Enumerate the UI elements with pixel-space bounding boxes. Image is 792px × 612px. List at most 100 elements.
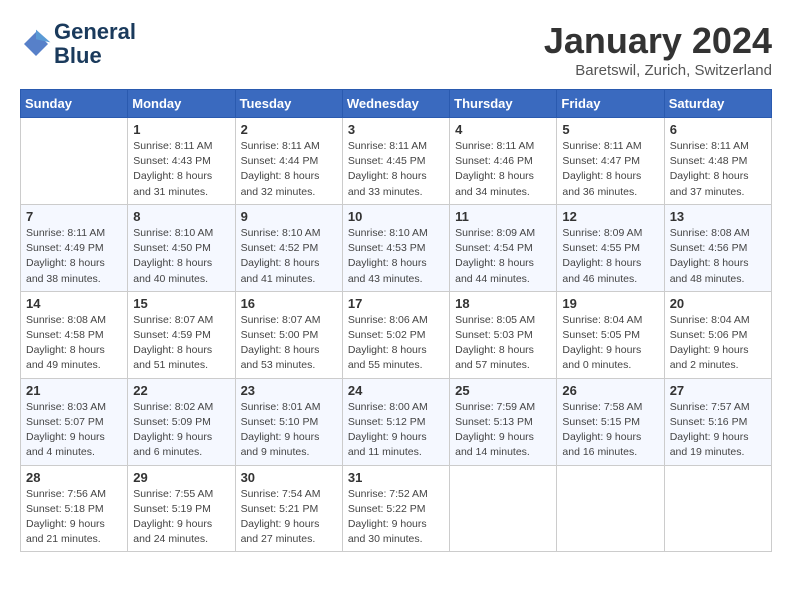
calendar-cell: 17 Sunrise: 8:06 AMSunset: 5:02 PMDayligh… [342, 291, 449, 378]
calendar-cell: 28 Sunrise: 7:56 AMSunset: 5:18 PMDayligh… [21, 465, 128, 552]
calendar-cell: 15Sunrise: 8:07 AMSunset: 4:59 PMDayligh… [128, 291, 235, 378]
calendar-cell: 27Sunrise: 7:57 AMSunset: 5:16 PMDayligh… [664, 378, 771, 465]
day-number: 21 [26, 383, 122, 398]
week-row-5: 28 Sunrise: 7:56 AMSunset: 5:18 PMDayligh… [21, 465, 772, 552]
day-number: 2 [241, 122, 337, 137]
day-info: Sunrise: 8:02 AMSunset: 5:09 PMDaylight:… [133, 400, 229, 461]
weekday-header-wednesday: Wednesday [342, 90, 449, 118]
calendar-cell: 8 Sunrise: 8:10 AMSunset: 4:50 PMDaylight… [128, 204, 235, 291]
day-number: 19 [562, 296, 658, 311]
month-title: January 2024 [544, 20, 772, 62]
day-info: Sunrise: 8:03 AMSunset: 5:07 PMDaylight:… [26, 400, 122, 461]
calendar-cell: 16 Sunrise: 8:07 AMSunset: 5:00 PMDayligh… [235, 291, 342, 378]
week-row-3: 14 Sunrise: 8:08 AMSunset: 4:58 PMDayligh… [21, 291, 772, 378]
day-number: 14 [26, 296, 122, 311]
calendar-cell: 1 Sunrise: 8:11 AMSunset: 4:43 PMDaylight… [128, 118, 235, 205]
day-number: 18 [455, 296, 551, 311]
day-number: 6 [670, 122, 766, 137]
day-info: Sunrise: 8:00 AMSunset: 5:12 PMDaylight:… [348, 400, 444, 461]
day-info: Sunrise: 8:10 AMSunset: 4:53 PMDaylight:… [348, 226, 444, 287]
calendar-cell: 12 Sunrise: 8:09 AMSunset: 4:55 PMDayligh… [557, 204, 664, 291]
day-info: Sunrise: 8:07 AMSunset: 5:00 PMDaylight:… [241, 313, 337, 374]
day-info: Sunrise: 8:10 AMSunset: 4:52 PMDaylight:… [241, 226, 337, 287]
calendar-cell: 24 Sunrise: 8:00 AMSunset: 5:12 PMDayligh… [342, 378, 449, 465]
calendar-cell [21, 118, 128, 205]
day-info: Sunrise: 8:06 AMSunset: 5:02 PMDaylight:… [348, 313, 444, 374]
day-info: Sunrise: 8:05 AMSunset: 5:03 PMDaylight:… [455, 313, 551, 374]
logo-icon [20, 28, 52, 60]
calendar-cell: 10 Sunrise: 8:10 AMSunset: 4:53 PMDayligh… [342, 204, 449, 291]
calendar-cell: 30 Sunrise: 7:54 AMSunset: 5:21 PMDayligh… [235, 465, 342, 552]
day-number: 17 [348, 296, 444, 311]
day-number: 8 [133, 209, 229, 224]
day-info: Sunrise: 8:04 AMSunset: 5:05 PMDaylight:… [562, 313, 658, 374]
day-number: 13 [670, 209, 766, 224]
calendar-cell: 25 Sunrise: 7:59 AMSunset: 5:13 PMDayligh… [450, 378, 557, 465]
day-info: Sunrise: 8:11 AMSunset: 4:45 PMDaylight:… [348, 139, 444, 200]
day-number: 4 [455, 122, 551, 137]
calendar-cell: 3Sunrise: 8:11 AMSunset: 4:45 PMDaylight… [342, 118, 449, 205]
day-info: Sunrise: 8:01 AMSunset: 5:10 PMDaylight:… [241, 400, 337, 461]
day-number: 24 [348, 383, 444, 398]
day-number: 9 [241, 209, 337, 224]
calendar-cell: 21 Sunrise: 8:03 AMSunset: 5:07 PMDayligh… [21, 378, 128, 465]
day-number: 16 [241, 296, 337, 311]
weekday-header-thursday: Thursday [450, 90, 557, 118]
logo-text: General Blue [54, 20, 136, 68]
week-row-1: 1 Sunrise: 8:11 AMSunset: 4:43 PMDaylight… [21, 118, 772, 205]
day-info: Sunrise: 8:11 AMSunset: 4:47 PMDaylight:… [562, 139, 658, 200]
day-info: Sunrise: 8:11 AMSunset: 4:43 PMDaylight:… [133, 139, 229, 200]
day-info: Sunrise: 7:59 AMSunset: 5:13 PMDaylight:… [455, 400, 551, 461]
day-number: 31 [348, 470, 444, 485]
day-number: 26 [562, 383, 658, 398]
calendar-cell: 9 Sunrise: 8:10 AMSunset: 4:52 PMDaylight… [235, 204, 342, 291]
day-number: 11 [455, 209, 551, 224]
day-number: 12 [562, 209, 658, 224]
day-number: 30 [241, 470, 337, 485]
logo: General Blue [20, 20, 136, 68]
day-number: 23 [241, 383, 337, 398]
day-info: Sunrise: 8:10 AMSunset: 4:50 PMDaylight:… [133, 226, 229, 287]
day-number: 28 [26, 470, 122, 485]
day-number: 10 [348, 209, 444, 224]
day-info: Sunrise: 8:11 AMSunset: 4:49 PMDaylight:… [26, 226, 122, 287]
calendar-cell [557, 465, 664, 552]
day-info: Sunrise: 8:09 AMSunset: 4:54 PMDaylight:… [455, 226, 551, 287]
day-info: Sunrise: 8:07 AMSunset: 4:59 PMDaylight:… [133, 313, 229, 374]
day-number: 22 [133, 383, 229, 398]
day-number: 5 [562, 122, 658, 137]
calendar-cell: 4 Sunrise: 8:11 AMSunset: 4:46 PMDaylight… [450, 118, 557, 205]
calendar-cell: 19 Sunrise: 8:04 AMSunset: 5:05 PMDayligh… [557, 291, 664, 378]
calendar-cell: 11 Sunrise: 8:09 AMSunset: 4:54 PMDayligh… [450, 204, 557, 291]
day-info: Sunrise: 8:11 AMSunset: 4:48 PMDaylight:… [670, 139, 766, 200]
calendar-cell: 14 Sunrise: 8:08 AMSunset: 4:58 PMDayligh… [21, 291, 128, 378]
page-header: General Blue January 2024 Baretswil, Zur… [20, 20, 772, 79]
calendar-cell: 20Sunrise: 8:04 AMSunset: 5:06 PMDayligh… [664, 291, 771, 378]
day-info: Sunrise: 8:04 AMSunset: 5:06 PMDaylight:… [670, 313, 766, 374]
day-number: 25 [455, 383, 551, 398]
day-number: 29 [133, 470, 229, 485]
location-text: Baretswil, Zurich, Switzerland [544, 62, 772, 79]
day-info: Sunrise: 8:08 AMSunset: 4:56 PMDaylight:… [670, 226, 766, 287]
week-row-2: 7 Sunrise: 8:11 AMSunset: 4:49 PMDaylight… [21, 204, 772, 291]
day-info: Sunrise: 7:56 AMSunset: 5:18 PMDaylight:… [26, 487, 122, 548]
calendar-cell: 31 Sunrise: 7:52 AMSunset: 5:22 PMDayligh… [342, 465, 449, 552]
day-info: Sunrise: 8:08 AMSunset: 4:58 PMDaylight:… [26, 313, 122, 374]
day-info: Sunrise: 7:52 AMSunset: 5:22 PMDaylight:… [348, 487, 444, 548]
day-info: Sunrise: 8:09 AMSunset: 4:55 PMDaylight:… [562, 226, 658, 287]
calendar-cell [664, 465, 771, 552]
day-info: Sunrise: 8:11 AMSunset: 4:44 PMDaylight:… [241, 139, 337, 200]
calendar-cell: 6 Sunrise: 8:11 AMSunset: 4:48 PMDaylight… [664, 118, 771, 205]
calendar-cell: 23 Sunrise: 8:01 AMSunset: 5:10 PMDayligh… [235, 378, 342, 465]
day-info: Sunrise: 7:58 AMSunset: 5:15 PMDaylight:… [562, 400, 658, 461]
calendar-cell: 18 Sunrise: 8:05 AMSunset: 5:03 PMDayligh… [450, 291, 557, 378]
week-row-4: 21 Sunrise: 8:03 AMSunset: 5:07 PMDayligh… [21, 378, 772, 465]
day-info: Sunrise: 8:11 AMSunset: 4:46 PMDaylight:… [455, 139, 551, 200]
weekday-header-sunday: Sunday [21, 90, 128, 118]
calendar-cell: 2 Sunrise: 8:11 AMSunset: 4:44 PMDaylight… [235, 118, 342, 205]
day-info: Sunrise: 7:57 AMSunset: 5:16 PMDaylight:… [670, 400, 766, 461]
day-info: Sunrise: 7:54 AMSunset: 5:21 PMDaylight:… [241, 487, 337, 548]
day-number: 1 [133, 122, 229, 137]
calendar-cell: 5 Sunrise: 8:11 AMSunset: 4:47 PMDaylight… [557, 118, 664, 205]
day-number: 7 [26, 209, 122, 224]
